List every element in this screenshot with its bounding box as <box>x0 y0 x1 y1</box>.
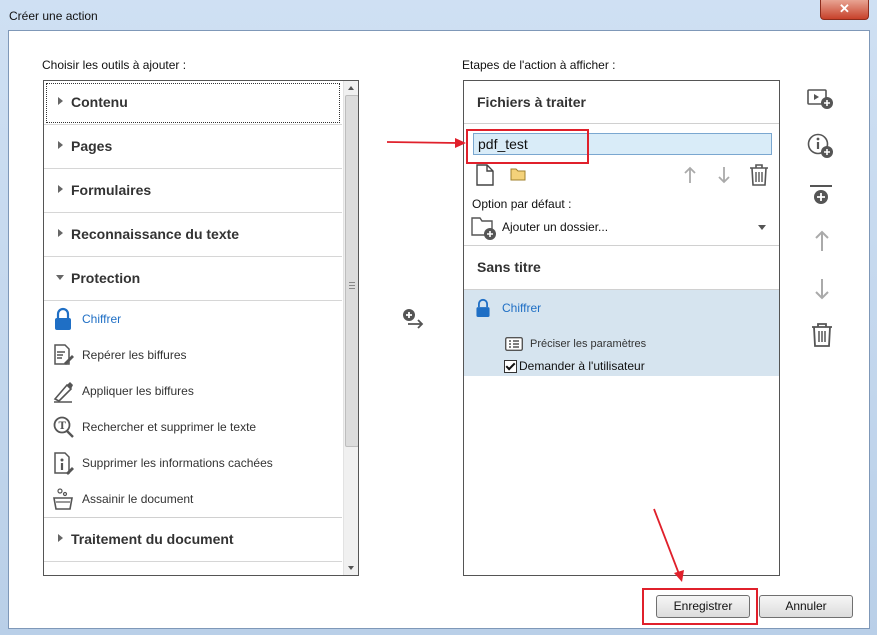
annotation-arrows <box>386 138 684 582</box>
arrow-to-save <box>653 508 684 582</box>
arrow-to-filename <box>386 138 466 148</box>
